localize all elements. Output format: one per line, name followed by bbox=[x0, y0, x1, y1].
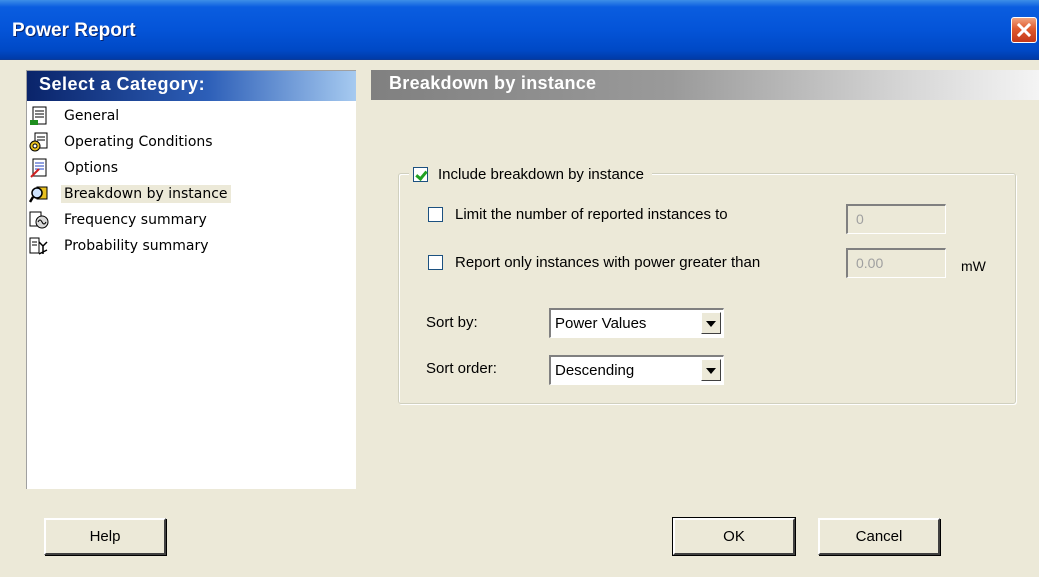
limit-instances-checkbox[interactable] bbox=[428, 207, 443, 222]
title-bar: Power Report bbox=[0, 0, 1039, 60]
options-icon bbox=[30, 158, 47, 178]
limit-instances-input[interactable]: 0 bbox=[846, 204, 946, 234]
power-threshold-checkbox[interactable] bbox=[428, 255, 443, 270]
power-threshold-label: Report only instances with power greater… bbox=[455, 254, 761, 271]
include-breakdown-checkbox[interactable] bbox=[413, 166, 428, 182]
sort-order-value: Descending bbox=[555, 362, 635, 379]
category-item-frequency[interactable]: Frequency summary bbox=[27, 207, 356, 233]
category-panel: Select a Category: General Operating Con… bbox=[26, 70, 356, 489]
category-label: Frequency summary bbox=[64, 212, 207, 228]
ok-button[interactable]: OK bbox=[672, 517, 796, 556]
category-item-breakdown[interactable]: Breakdown by instance bbox=[27, 181, 356, 207]
help-button[interactable]: Help bbox=[44, 518, 166, 555]
frequency-icon bbox=[29, 211, 49, 229]
sort-by-label: Sort by: bbox=[426, 314, 478, 331]
category-item-operating-conditions[interactable]: Operating Conditions bbox=[27, 129, 356, 155]
category-item-options[interactable]: Options bbox=[27, 155, 356, 181]
category-label: Operating Conditions bbox=[64, 134, 213, 150]
sort-by-select[interactable]: Power Values bbox=[549, 308, 724, 338]
limit-instances-option[interactable]: Limit the number of reported instances t… bbox=[428, 206, 728, 223]
limit-instances-label: Limit the number of reported instances t… bbox=[455, 206, 728, 223]
sort-by-value: Power Values bbox=[555, 315, 647, 332]
cancel-button[interactable]: Cancel bbox=[818, 518, 940, 555]
probability-icon bbox=[29, 237, 48, 255]
power-threshold-option[interactable]: Report only instances with power greater… bbox=[428, 254, 760, 271]
category-list: General Operating Conditions Options Bre… bbox=[27, 103, 356, 259]
close-icon bbox=[1016, 22, 1032, 38]
panel-header: Breakdown by instance bbox=[371, 70, 1039, 100]
category-header: Select a Category: bbox=[27, 71, 356, 101]
sort-order-label: Sort order: bbox=[426, 360, 497, 377]
power-unit-label: mW bbox=[961, 258, 986, 274]
category-item-general[interactable]: General bbox=[27, 103, 356, 129]
close-button[interactable] bbox=[1011, 17, 1037, 43]
category-label: Probability summary bbox=[64, 238, 209, 254]
include-breakdown-option[interactable]: Include breakdown by instance bbox=[409, 161, 652, 187]
category-label: Options bbox=[64, 160, 119, 176]
breakdown-icon bbox=[29, 186, 48, 203]
general-icon bbox=[30, 106, 47, 125]
include-breakdown-label: Include breakdown by instance bbox=[438, 165, 644, 183]
category-label: General bbox=[64, 108, 120, 124]
category-item-probability[interactable]: Probability summary bbox=[27, 233, 356, 259]
chevron-down-icon[interactable] bbox=[701, 312, 721, 334]
chevron-down-icon[interactable] bbox=[701, 359, 721, 381]
sort-order-select[interactable]: Descending bbox=[549, 355, 724, 385]
window-title: Power Report bbox=[12, 20, 136, 41]
operating-conditions-icon bbox=[29, 132, 48, 152]
power-threshold-input[interactable]: 0.00 bbox=[846, 248, 946, 278]
category-label: Breakdown by instance bbox=[61, 185, 231, 203]
